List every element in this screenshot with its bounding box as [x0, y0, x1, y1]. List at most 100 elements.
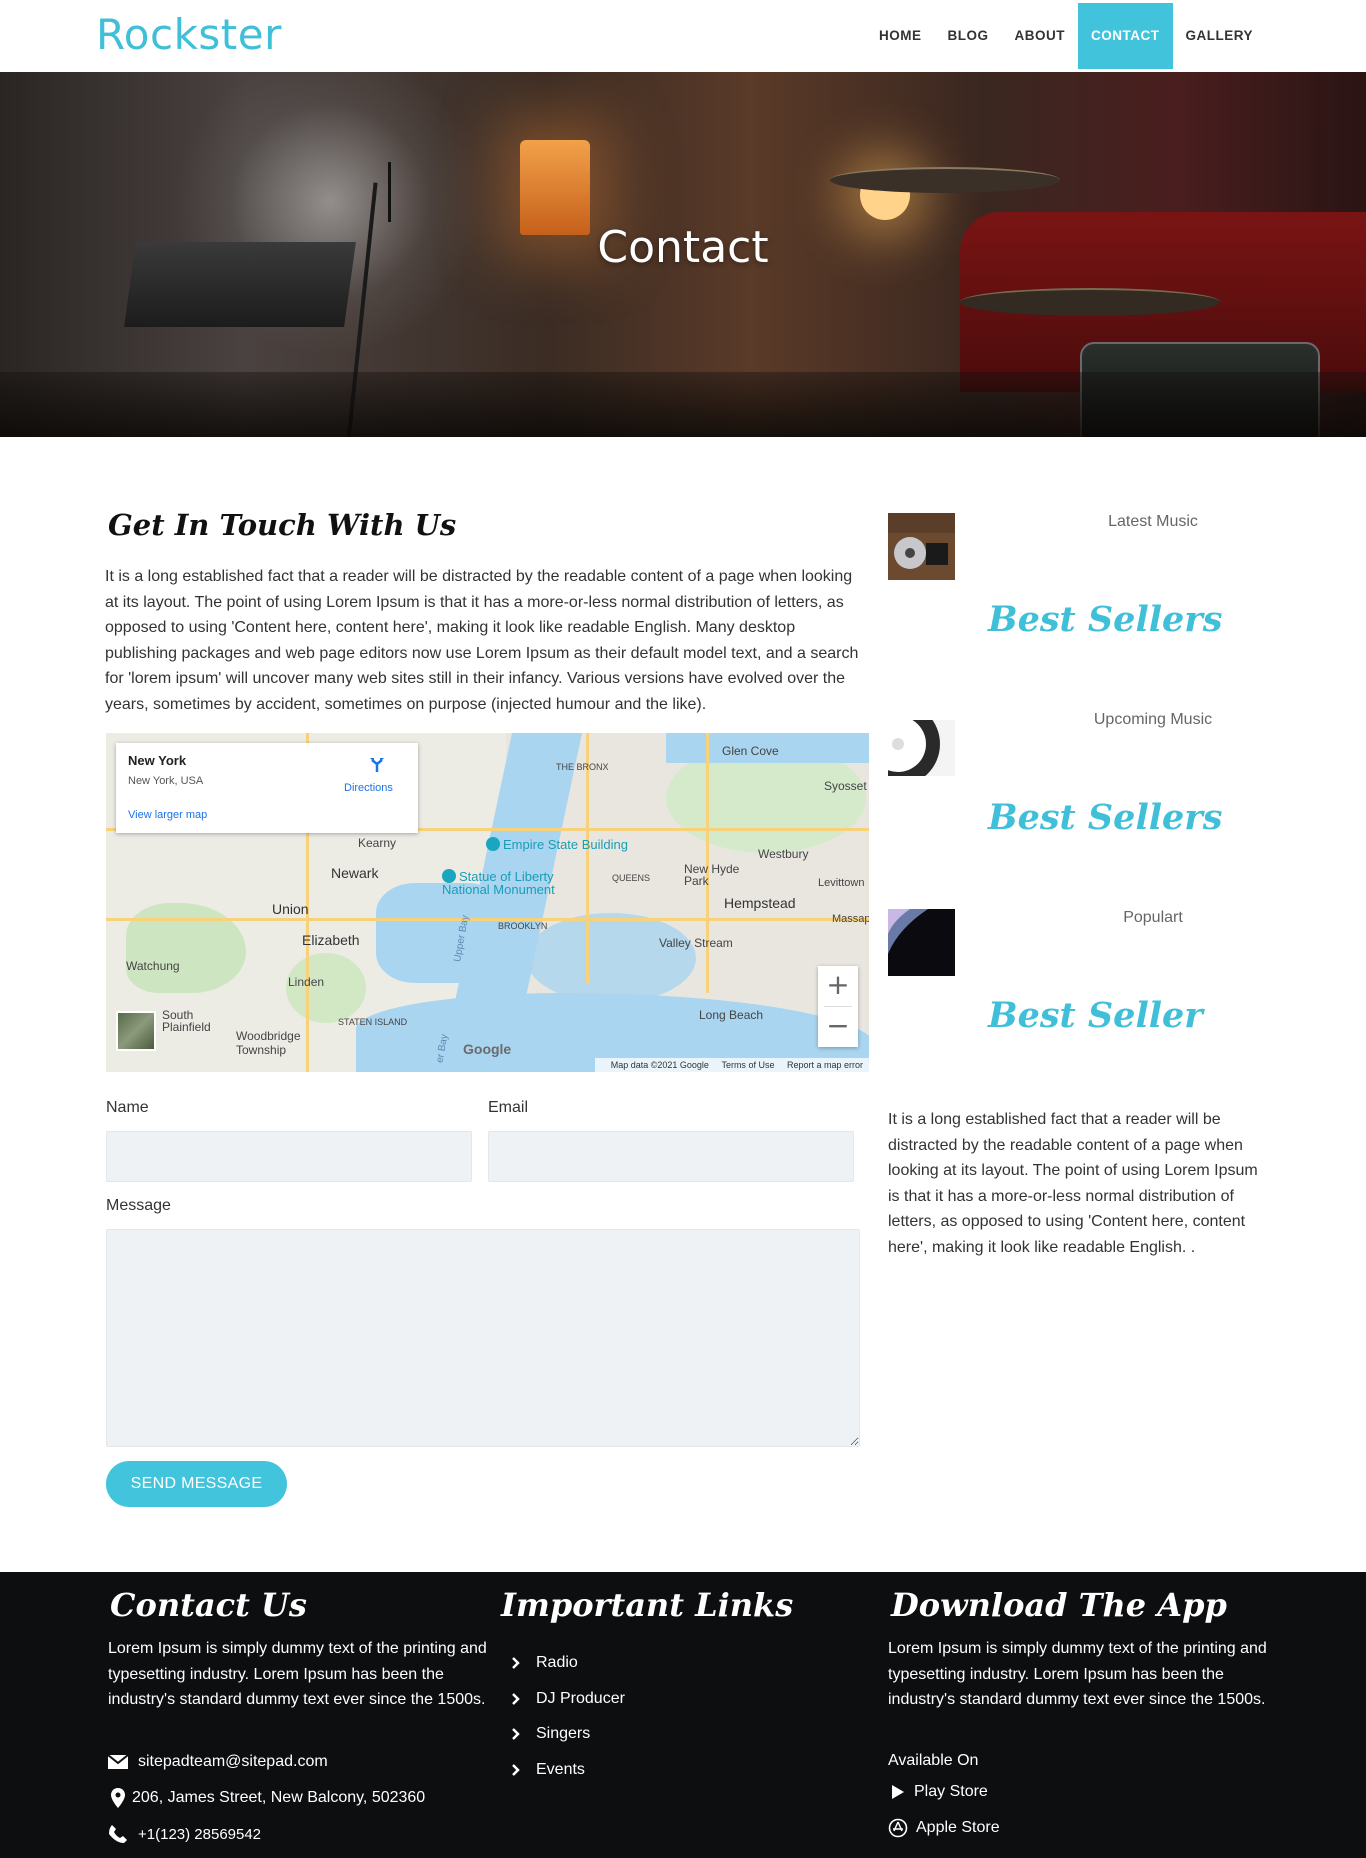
- map-label-watchung: Watchung: [126, 959, 180, 973]
- map-attribution: Map data ©2021 Google Terms of Use Repor…: [594, 1058, 869, 1072]
- sidebar-item-upcoming[interactable]: Upcoming Music Best Sellers: [888, 711, 1268, 871]
- map-pin-icon: [486, 837, 500, 851]
- intro-paragraph: It is a long established fact that a rea…: [105, 568, 859, 713]
- sidebar-label: Upcoming Music: [1093, 711, 1213, 728]
- map-label-union: Union: [272, 901, 309, 917]
- sidebar-title: Best Seller: [988, 995, 1203, 1036]
- envelope-icon: [108, 1752, 128, 1772]
- map-poi-liberty[interactable]: Statue of Liberty National Monument: [442, 869, 592, 896]
- available-on-label: Available On: [888, 1752, 979, 1769]
- hero-title: Contact: [597, 222, 769, 273]
- directions-link[interactable]: Directions: [344, 782, 393, 794]
- lamp-image: [520, 140, 590, 235]
- map-label-westbury: Westbury: [758, 847, 809, 861]
- map-label-elizabeth: Elizabeth: [302, 932, 360, 948]
- nav-about[interactable]: ABOUT: [1002, 3, 1079, 69]
- map-label-new-hyde-park: New Hyde Park: [684, 862, 740, 888]
- satellite-toggle[interactable]: [116, 1011, 156, 1051]
- footer-links-title: Important Links: [501, 1586, 794, 1624]
- main-nav: HOME BLOG ABOUT CONTACT GALLERY: [866, 3, 1266, 69]
- nav-blog[interactable]: BLOG: [935, 3, 1002, 69]
- map-marker-icon: [108, 1788, 128, 1808]
- google-logo: Google: [463, 1041, 512, 1057]
- footer-contact-title: Contact Us: [110, 1586, 307, 1624]
- message-label: Message: [106, 1197, 171, 1214]
- map-info-card: New York New York, USA View larger map D…: [116, 743, 418, 833]
- phone-icon: [108, 1824, 128, 1844]
- map-label-south-plainfield: South Plainfield: [162, 1008, 211, 1034]
- message-textarea[interactable]: [106, 1229, 860, 1447]
- email-label: Email: [488, 1099, 529, 1116]
- vinyl-disc-icon: [888, 720, 955, 776]
- map-label-hempstead: Hempstead: [724, 895, 796, 911]
- site-footer: Contact Us Lorem Ipsum is simply dummy t…: [0, 1572, 1366, 1858]
- cd-thumbnail: [888, 513, 955, 580]
- map-poi-empire[interactable]: Empire State Building: [486, 837, 628, 852]
- map-label-massapequa: Massap: [832, 913, 869, 925]
- footer-link-events[interactable]: Events: [506, 1761, 585, 1779]
- email-input[interactable]: [488, 1131, 854, 1182]
- map-place-address: New York, USA: [128, 775, 204, 787]
- play-store-icon: [888, 1782, 908, 1802]
- directions-icon[interactable]: [368, 755, 386, 773]
- zoom-out-button[interactable]: −: [818, 1007, 858, 1047]
- map-label-valley-stream: Valley Stream: [659, 936, 733, 950]
- nav-home[interactable]: HOME: [866, 3, 935, 69]
- sidebar-item-popular[interactable]: Populart Best Seller: [888, 909, 1268, 1069]
- view-larger-map-link[interactable]: View larger map: [128, 809, 207, 821]
- nav-contact[interactable]: CONTACT: [1078, 3, 1173, 69]
- map-label-syosset: Syosset: [824, 779, 867, 793]
- sidebar-item-latest[interactable]: Latest Music Best Sellers: [888, 513, 1268, 673]
- music-cd-icon: [888, 513, 955, 580]
- chevron-right-icon: [506, 1728, 526, 1740]
- sidebar-title: Best Sellers: [988, 797, 1223, 838]
- hero-banner: Contact: [0, 72, 1366, 437]
- map-pin-icon: [442, 869, 456, 883]
- map-place-name: New York: [128, 753, 187, 768]
- name-input[interactable]: [106, 1131, 472, 1182]
- play-store-link[interactable]: Play Store: [888, 1782, 988, 1802]
- compact-disc-icon: [888, 909, 955, 976]
- footer-app-text: Lorem Ipsum is simply dummy text of the …: [888, 1640, 1267, 1708]
- footer-link-radio[interactable]: Radio: [506, 1654, 578, 1672]
- send-message-button[interactable]: SEND MESSAGE: [106, 1461, 287, 1507]
- footer-phone[interactable]: +1(123) 28569542: [108, 1824, 261, 1844]
- map-data-text: Map data ©2021 Google: [610, 1060, 709, 1070]
- map-label-newark: Newark: [331, 865, 379, 881]
- map-terms-link[interactable]: Terms of Use: [721, 1060, 774, 1070]
- name-label: Name: [106, 1099, 149, 1116]
- map-report-link[interactable]: Report a map error: [787, 1060, 863, 1070]
- map-zoom-control: + −: [818, 966, 858, 1047]
- sidebar-label: Latest Music: [1108, 513, 1198, 530]
- sidebar-label: Populart: [1123, 909, 1183, 926]
- chevron-right-icon: [506, 1764, 526, 1776]
- map-label-long-beach: Long Beach: [699, 1008, 764, 1022]
- footer-email[interactable]: sitepadteam@sitepad.com: [108, 1752, 328, 1772]
- map-label-glen-cove: Glen Cove: [722, 744, 779, 758]
- map-label-brooklyn: BROOKLYN: [498, 921, 548, 931]
- map-label-kearny: Kearny: [358, 836, 397, 850]
- zoom-in-button[interactable]: +: [818, 966, 858, 1006]
- cymbal-image: [830, 167, 1060, 193]
- app-store-icon: [888, 1818, 908, 1838]
- disc-thumbnail: [888, 720, 955, 776]
- footer-link-singers[interactable]: Singers: [506, 1725, 590, 1743]
- site-logo[interactable]: Rockster: [96, 10, 282, 59]
- sidebar-title: Best Sellers: [988, 599, 1223, 640]
- chevron-right-icon: [506, 1693, 526, 1705]
- chevron-right-icon: [506, 1657, 526, 1669]
- sidebar-paragraph: It is a long established fact that a rea…: [888, 1111, 1258, 1256]
- nav-gallery[interactable]: GALLERY: [1173, 3, 1267, 69]
- map-label-staten-island: STATEN ISLAND: [338, 1017, 408, 1027]
- footer-link-dj-producer[interactable]: DJ Producer: [506, 1690, 625, 1708]
- map-label-levittown: Levittown: [818, 877, 865, 889]
- apple-store-link[interactable]: Apple Store: [888, 1818, 1000, 1838]
- site-header: Rockster HOME BLOG ABOUT CONTACT GALLERY: [0, 0, 1366, 72]
- footer-contact-text: Lorem Ipsum is simply dummy text of the …: [108, 1640, 487, 1708]
- map-label-queens: QUEENS: [612, 873, 651, 883]
- cd-thumbnail: [888, 909, 955, 976]
- footer-app-title: Download The App: [891, 1586, 1227, 1624]
- section-title: Get In Touch With Us: [108, 508, 457, 542]
- google-map[interactable]: THE BRONX Glen Cove Syosset Kearny Newar…: [106, 733, 869, 1072]
- map-label-woodbridge: Woodbridge Township: [236, 1029, 301, 1057]
